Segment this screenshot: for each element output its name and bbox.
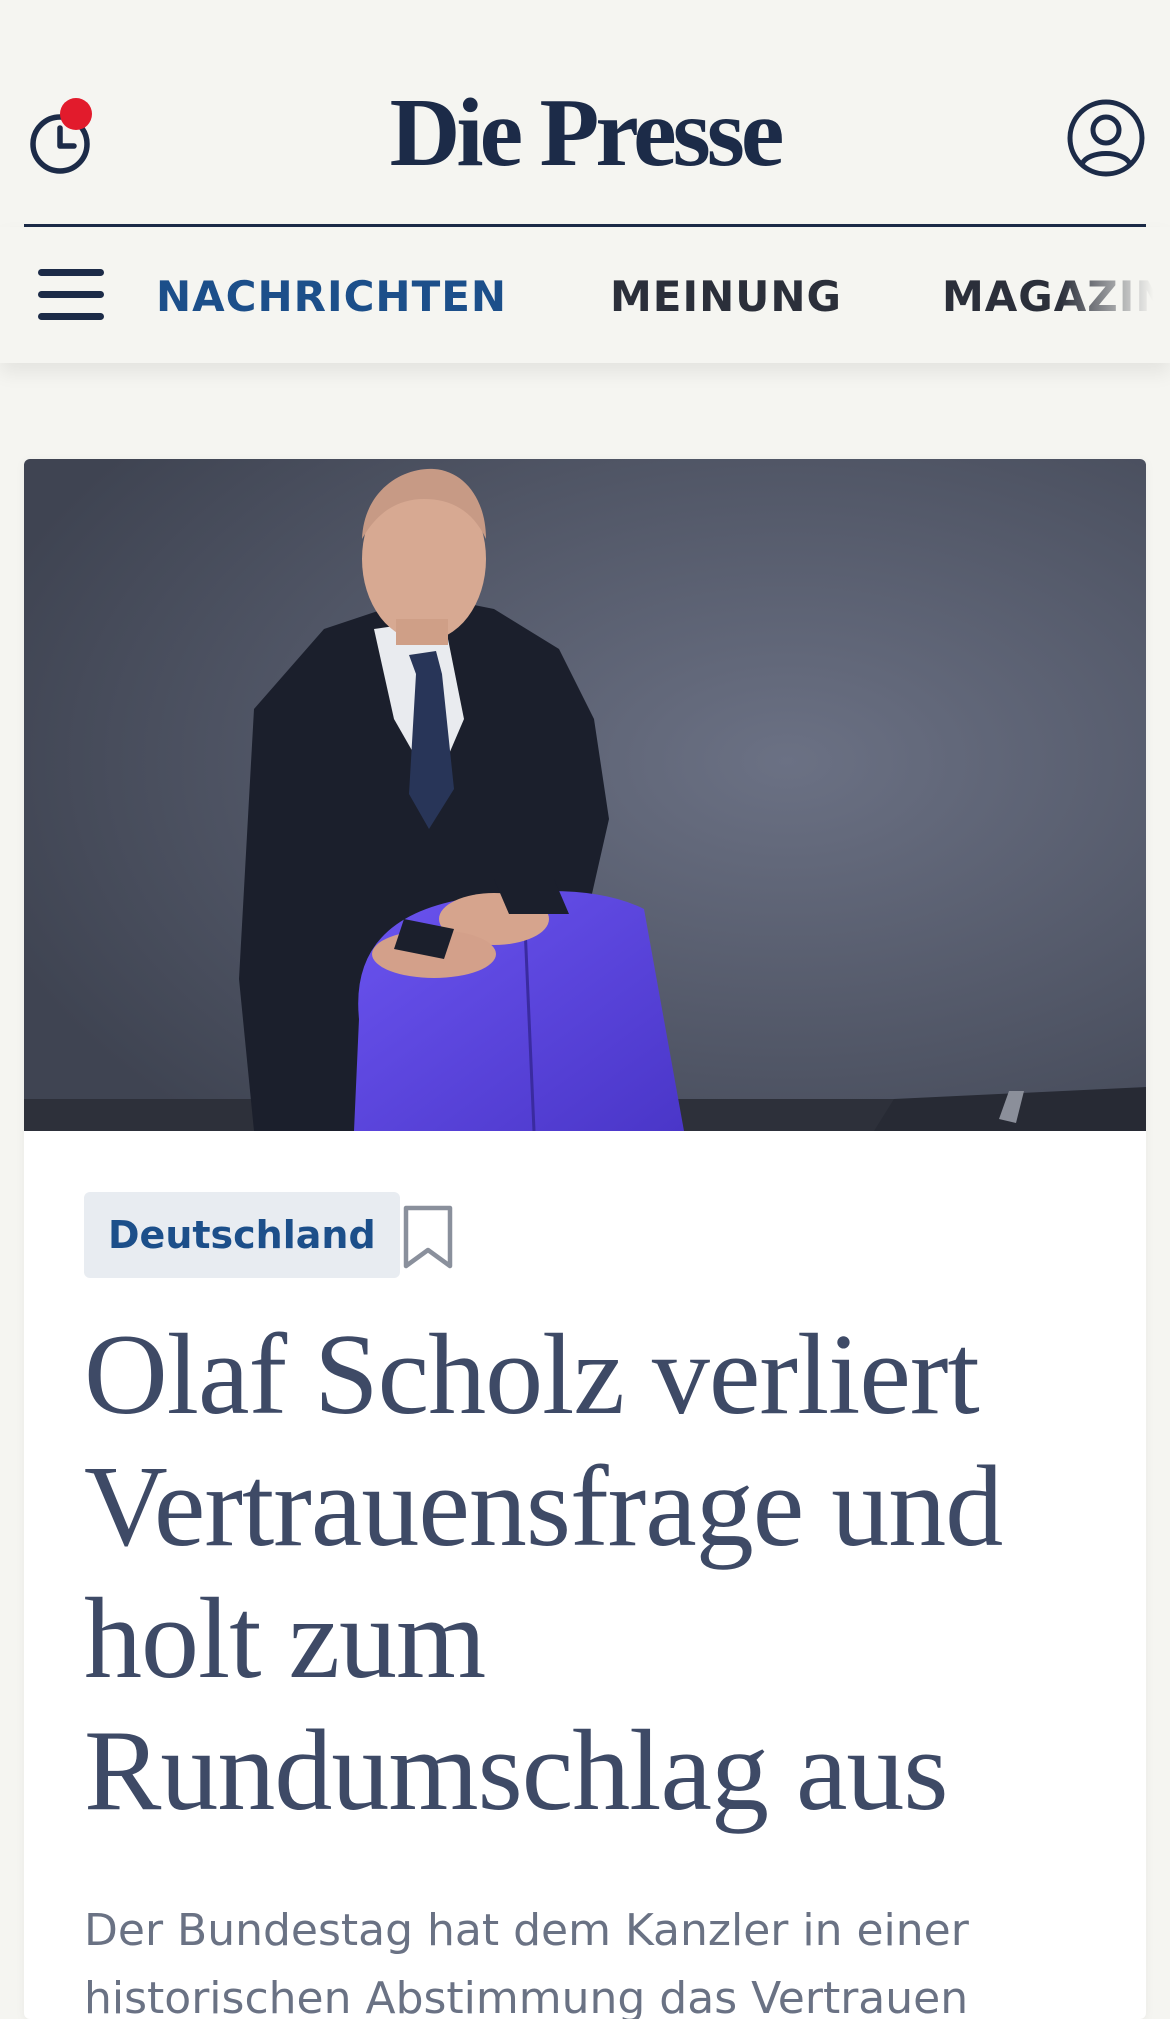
nav-scroll-fade <box>1060 227 1170 363</box>
hero-image <box>24 459 1146 1131</box>
main-navigation: NACHRICHTEN MEINUNG MAGAZIN <box>0 227 1170 363</box>
notification-dot <box>60 98 92 130</box>
bookmark-icon <box>403 1205 453 1269</box>
site-logo[interactable]: Die Presse <box>365 78 805 188</box>
user-account-icon <box>1067 99 1145 177</box>
hero-photo <box>24 459 1146 1131</box>
site-header: Die Presse <box>0 0 1170 227</box>
article-headline[interactable]: Olaf Scholz verliert Vertrauensfrage und… <box>84 1309 1104 1837</box>
article-card[interactable]: Deutschland Olaf Scholz verliert Vertrau… <box>24 459 1146 2019</box>
nav-item-nachrichten[interactable]: NACHRICHTEN <box>156 273 507 321</box>
article-lead: Der Bundestag hat dem Kanzler in einer h… <box>84 1905 969 2019</box>
nav-item-meinung[interactable]: MEINUNG <box>610 273 842 321</box>
account-button[interactable] <box>1066 98 1146 178</box>
category-tag[interactable]: Deutschland <box>84 1192 400 1278</box>
hamburger-menu-icon[interactable] <box>38 269 106 325</box>
bookmark-button[interactable] <box>400 1204 456 1274</box>
